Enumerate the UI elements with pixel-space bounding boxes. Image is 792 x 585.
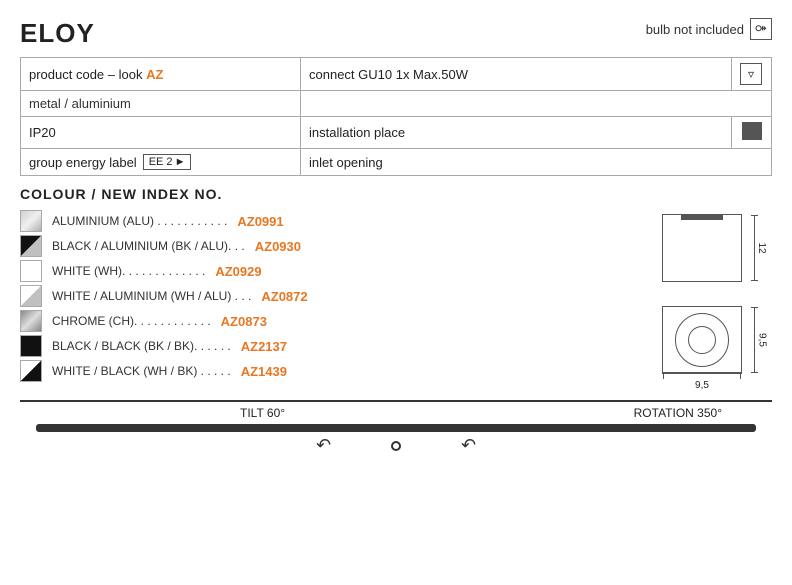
colour-section: COLOUR / NEW INDEX NO. ALUMINIUM (ALU) .… bbox=[20, 186, 772, 382]
colour-col: ALUMINIUM (ALU) . . . . . . . . . . . AZ… bbox=[20, 210, 632, 382]
row-metal: metal / aluminium bbox=[21, 91, 772, 117]
inlet-text: inlet opening bbox=[309, 155, 383, 170]
cell-metal: metal / aluminium bbox=[21, 91, 301, 117]
swatch-alu bbox=[20, 210, 42, 232]
list-item: WHITE (WH). . . . . . . . . . . . . AZ09… bbox=[20, 260, 632, 282]
page: ELOY bulb not included ⚩ product code – … bbox=[0, 0, 792, 466]
swatch-wh-bk bbox=[20, 360, 42, 382]
colour-list: ALUMINIUM (ALU) . . . . . . . . . . . AZ… bbox=[20, 210, 632, 382]
dim-h-label: 12 bbox=[756, 242, 767, 253]
tilt-section: TILT 60° ROTATION 350° ↷ ↶ bbox=[20, 400, 772, 456]
tilt-left-arrow-icon: ↷ bbox=[316, 435, 331, 456]
dim-w-label: 9,5 bbox=[695, 380, 709, 391]
energy-row: group energy label EE 2 ► bbox=[29, 154, 292, 170]
colour-label-bk-bk: BLACK / BLACK (BK / BK). . . . . . bbox=[52, 339, 231, 353]
colour-label-wh-alu: WHITE / ALUMINIUM (WH / ALU) . . . bbox=[52, 289, 251, 303]
dim-right-tick bbox=[740, 372, 741, 379]
dim-tick-bottom-2 bbox=[751, 372, 758, 373]
cell-install: installation place bbox=[301, 117, 732, 149]
colour-label-wh: WHITE (WH). . . . . . . . . . . . . bbox=[52, 264, 205, 278]
cell-product-code: product code – look AZ bbox=[21, 58, 301, 91]
colour-label-bk-alu: BLACK / ALUMINIUM (BK / ALU). . . bbox=[52, 239, 245, 253]
install-text: installation place bbox=[309, 125, 405, 140]
tilt-bar-row bbox=[20, 424, 772, 432]
list-item: WHITE / ALUMINIUM (WH / ALU) . . . AZ087… bbox=[20, 285, 632, 307]
colour-code-wh: AZ0929 bbox=[215, 264, 275, 279]
colour-code-bk-bk: AZ2137 bbox=[241, 339, 301, 354]
product-code-az: AZ bbox=[146, 67, 163, 82]
install-icon bbox=[742, 122, 762, 140]
energy-badge: EE 2 ► bbox=[143, 154, 192, 170]
cell-inlet: inlet opening bbox=[301, 149, 772, 176]
list-item: WHITE / BLACK (WH / BK) . . . . . AZ1439 bbox=[20, 360, 632, 382]
list-item: BLACK / BLACK (BK / BK). . . . . . AZ213… bbox=[20, 335, 632, 357]
circle-outer bbox=[675, 313, 729, 367]
colour-label-alu: ALUMINIUM (ALU) . . . . . . . . . . . bbox=[52, 214, 227, 228]
swatch-wh bbox=[20, 260, 42, 282]
diagram-col: 12 bbox=[632, 210, 772, 374]
list-item: ALUMINIUM (ALU) . . . . . . . . . . . AZ… bbox=[20, 210, 632, 232]
dim-left-tick bbox=[663, 372, 664, 379]
header: ELOY bulb not included ⚩ bbox=[20, 18, 772, 49]
circle-diagram-wrap: 9,5 9,5 bbox=[662, 306, 742, 374]
colour-code-wh-bk: AZ1439 bbox=[241, 364, 301, 379]
rotation-label: ROTATION 350° bbox=[634, 406, 722, 420]
colour-label-ch: CHROME (CH). . . . . . . . . . . . bbox=[52, 314, 211, 328]
colour-code-wh-alu: AZ0872 bbox=[261, 289, 321, 304]
tilt-labels-row: TILT 60° ROTATION 350° bbox=[20, 406, 772, 420]
colour-code-alu: AZ0991 bbox=[237, 214, 297, 229]
circle-inner bbox=[688, 326, 716, 354]
colour-label-wh-bk: WHITE / BLACK (WH / BK) . . . . . bbox=[52, 364, 231, 378]
cell-empty bbox=[301, 91, 772, 117]
rect-diagram-wrap: 12 bbox=[662, 214, 742, 282]
tilt-right-arrow-icon: ↶ bbox=[461, 435, 476, 456]
cell-install-icon bbox=[732, 117, 772, 149]
top-bar bbox=[681, 215, 723, 220]
dim-line-v bbox=[754, 307, 755, 373]
row-ip: IP20 installation place bbox=[21, 117, 772, 149]
list-item: CHROME (CH). . . . . . . . . . . . AZ087… bbox=[20, 310, 632, 332]
colour-title: COLOUR / NEW INDEX NO. bbox=[20, 186, 772, 202]
list-item: BLACK / ALUMINIUM (BK / ALU). . . AZ0930 bbox=[20, 235, 632, 257]
swatch-wh-alu bbox=[20, 285, 42, 307]
rect-diagram: 12 bbox=[662, 214, 742, 282]
dim-tick-top bbox=[751, 215, 758, 216]
row-energy: group energy label EE 2 ► inlet opening bbox=[21, 149, 772, 176]
spot-lamp-icon: ▿ bbox=[740, 63, 762, 85]
dim-h-label-2: 9,5 bbox=[757, 333, 768, 347]
tilt-label: TILT 60° bbox=[240, 406, 285, 420]
energy-badge-text: EE 2 bbox=[149, 156, 173, 168]
cell-connect: connect GU10 1x Max.50W bbox=[301, 58, 732, 91]
ip20-text: IP20 bbox=[29, 125, 56, 140]
row-product-code: product code – look AZ connect GU10 1x M… bbox=[21, 58, 772, 91]
tilt-bar bbox=[36, 424, 756, 432]
swatch-bk-alu bbox=[20, 235, 42, 257]
dim-bottom: 9,5 bbox=[663, 372, 741, 391]
cell-ip: IP20 bbox=[21, 117, 301, 149]
connect-text: connect GU10 1x Max.50W bbox=[309, 67, 468, 82]
colour-code-bk-alu: AZ0930 bbox=[255, 239, 315, 254]
bulb-label: bulb not included bbox=[646, 22, 744, 37]
cell-energy: group energy label EE 2 ► bbox=[21, 149, 301, 176]
energy-label: group energy label bbox=[29, 155, 137, 170]
dim-tick-bottom bbox=[751, 280, 758, 281]
bulb-icon: ⚩ bbox=[750, 18, 772, 40]
energy-arrow-icon: ► bbox=[175, 156, 186, 168]
product-code-label: product code – look bbox=[29, 67, 146, 82]
info-table: product code – look AZ connect GU10 1x M… bbox=[20, 57, 772, 176]
dim-line bbox=[754, 215, 755, 281]
swatch-ch bbox=[20, 310, 42, 332]
circle-diagram: 9,5 9,5 bbox=[662, 306, 742, 374]
main-content-row: ALUMINIUM (ALU) . . . . . . . . . . . AZ… bbox=[20, 210, 772, 382]
bulb-info: bulb not included ⚩ bbox=[646, 18, 772, 40]
colour-code-ch: AZ0873 bbox=[221, 314, 281, 329]
swatch-bk-bk bbox=[20, 335, 42, 357]
tilt-center-dot bbox=[391, 441, 401, 451]
dim-tick-top-2 bbox=[751, 307, 758, 308]
tilt-arrows-row: ↷ ↶ bbox=[20, 435, 772, 456]
product-title: ELOY bbox=[20, 18, 95, 49]
cell-lamp-icon: ▿ bbox=[732, 58, 772, 91]
metal-text: metal / aluminium bbox=[29, 96, 131, 111]
